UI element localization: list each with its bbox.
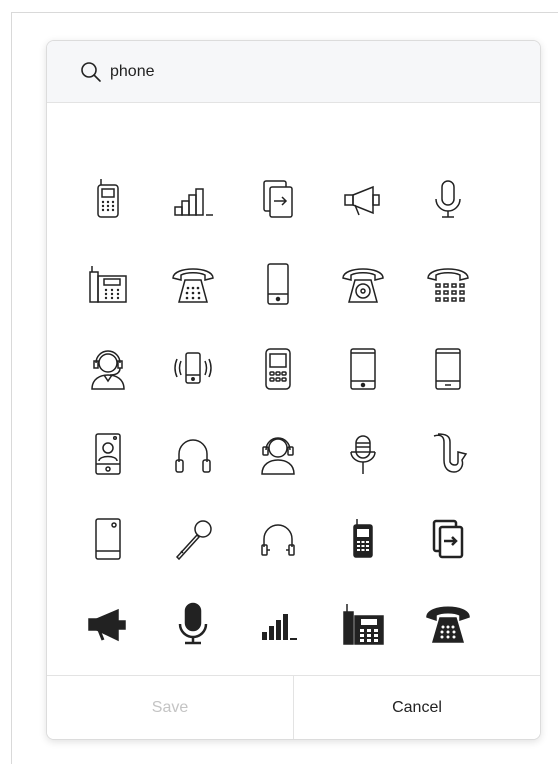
frame-border-top	[11, 12, 558, 13]
vibrating-phone-icon[interactable]	[163, 339, 223, 399]
rotary-phone-dial-icon[interactable]	[333, 254, 393, 314]
headset-user-icon[interactable]	[248, 424, 308, 484]
frame-border-left	[11, 12, 12, 764]
search-input[interactable]	[110, 62, 490, 81]
search-bar	[47, 41, 540, 103]
video-call-phone-icon[interactable]	[78, 424, 138, 484]
headphones-icon[interactable]	[163, 424, 223, 484]
call-center-agent-icon[interactable]	[78, 339, 138, 399]
signal-bars-icon[interactable]	[163, 169, 223, 229]
dialog-footer: Save Cancel	[47, 675, 540, 739]
phone-transfer-icon[interactable]	[248, 169, 308, 229]
phone-transfer-filled-icon[interactable]	[418, 509, 478, 569]
headphones-thin-icon[interactable]	[248, 509, 308, 569]
saxophone-icon[interactable]	[418, 424, 478, 484]
phone-back-camera-icon[interactable]	[78, 509, 138, 569]
smartphone-icon[interactable]	[248, 254, 308, 314]
studio-microphone-icon[interactable]	[333, 424, 393, 484]
signal-bars-filled-icon[interactable]	[248, 594, 308, 654]
microphone-icon[interactable]	[418, 169, 478, 229]
handheld-microphone-icon[interactable]	[163, 509, 223, 569]
desk-phone-icon[interactable]	[78, 254, 138, 314]
payphone-icon[interactable]	[418, 254, 478, 314]
tablet-home-icon[interactable]	[418, 339, 478, 399]
megaphone-icon[interactable]	[333, 169, 393, 229]
save-button[interactable]: Save	[47, 676, 294, 739]
megaphone-filled-icon[interactable]	[78, 594, 138, 654]
feature-phone-icon[interactable]	[248, 339, 308, 399]
rotary-phone-keypad-icon[interactable]	[163, 254, 223, 314]
cancel-button[interactable]: Cancel	[294, 676, 540, 739]
icon-picker-dialog: Save Cancel	[46, 40, 541, 740]
mobile-phone-keypad-icon[interactable]	[78, 169, 138, 229]
desk-phone-filled-icon[interactable]	[333, 594, 393, 654]
rotary-phone-filled-icon[interactable]	[418, 594, 478, 654]
microphone-filled-icon[interactable]	[163, 594, 223, 654]
mobile-phone-filled-icon[interactable]	[333, 509, 393, 569]
tablet-icon[interactable]	[333, 339, 393, 399]
search-icon	[80, 61, 102, 83]
